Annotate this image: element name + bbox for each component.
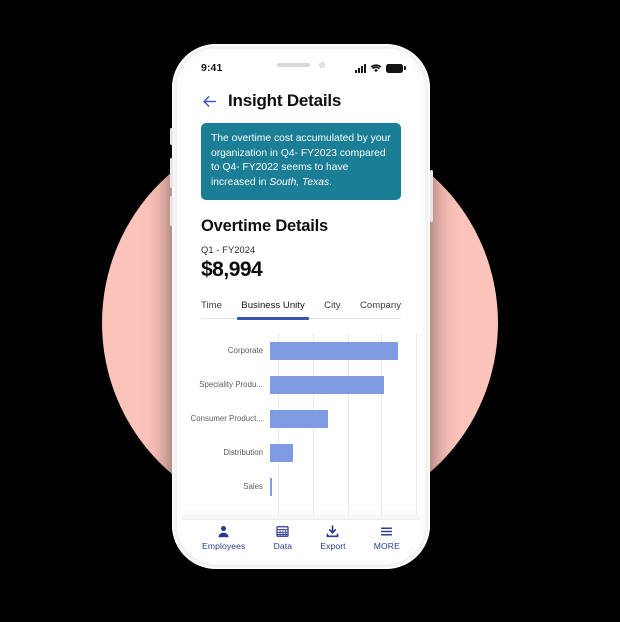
- page-title: Insight Details: [228, 91, 342, 110]
- chart-bar-row: Distribution: [182, 436, 416, 470]
- status-bar-time: 9:41: [201, 62, 223, 74]
- tabs-container: Time Business Unity City Company: [182, 300, 420, 320]
- chart-category-label: Sales: [243, 482, 263, 492]
- download-icon: [326, 524, 339, 538]
- horizontal-bar-chart: Corporate Speciality Produ... Consumer Pro…: [182, 334, 417, 519]
- chart-bar[interactable]: [270, 478, 273, 497]
- chart-category-label: Speciality Produ...: [199, 380, 263, 390]
- bottom-navigation-bar: Employees Data Export MORE: [182, 519, 420, 559]
- insight-card-text: The overtime cost accumulated by your or…: [211, 132, 391, 190]
- tab-business-unity[interactable]: Business Unity: [237, 300, 310, 320]
- chart-bar-row: Sales: [182, 470, 416, 504]
- app-header: Insight Details: [182, 80, 420, 120]
- chart-bar-row: Speciality Produ...: [182, 368, 416, 402]
- chart-bar[interactable]: [270, 376, 384, 395]
- status-bar-indicators: [355, 63, 406, 73]
- overtime-summary: Overtime Details Q1 - FY2024 $8,994: [182, 200, 420, 282]
- battery-icon: [386, 63, 406, 73]
- chart-bar-track: [270, 470, 416, 504]
- chart-bar-row: Corporate: [182, 334, 416, 368]
- phone-screen: 9:41 Insight Details The overtime cost a…: [182, 54, 420, 559]
- nav-item-export[interactable]: Export: [320, 524, 346, 551]
- front-camera-icon: [319, 61, 325, 68]
- tab-time[interactable]: Time: [201, 300, 222, 318]
- tab-company[interactable]: Company: [360, 300, 401, 318]
- volume-down-button[interactable]: [169, 196, 173, 226]
- person-icon: [217, 525, 230, 538]
- chart-category-label: Distribution: [223, 448, 263, 458]
- chart-bar[interactable]: [270, 410, 329, 429]
- earpiece-speaker-icon: [277, 62, 310, 67]
- mute-switch-button[interactable]: [169, 128, 173, 145]
- chart-bar-track: [270, 402, 416, 436]
- overtime-title: Overtime Details: [201, 217, 329, 236]
- chart-category-label: Corporate: [227, 346, 263, 356]
- insight-card: The overtime cost accumulated by your or…: [201, 123, 401, 201]
- tabs: Time Business Unity City Company: [201, 300, 401, 320]
- nav-item-label: Data: [273, 540, 293, 551]
- hamburger-menu-icon: [380, 525, 393, 538]
- chart-bar[interactable]: [270, 342, 398, 361]
- nav-item-data[interactable]: Data: [274, 525, 293, 551]
- device-notch: [245, 54, 357, 75]
- chart-area: Corporate Speciality Produ... Consumer Pro…: [182, 319, 420, 519]
- power-button[interactable]: [429, 170, 433, 222]
- app-content: Insight Details The overtime cost accumu…: [182, 80, 420, 559]
- chart-bar[interactable]: [270, 444, 293, 463]
- insight-location: South, Texas: [269, 176, 330, 188]
- chart-bar-row: Consumer Product...: [182, 402, 416, 436]
- chart-bar-track: [270, 368, 416, 402]
- nav-item-employees[interactable]: Employees: [202, 525, 245, 551]
- mockup-stage: 9:41 Insight Details The overtime cost a…: [0, 0, 620, 622]
- chart-bar-track: [270, 334, 416, 368]
- tab-city[interactable]: City: [324, 300, 341, 318]
- insight-text-part2: .: [329, 176, 332, 188]
- back-arrow-icon[interactable]: [201, 93, 218, 110]
- nav-item-label: Employees: [202, 540, 246, 551]
- chart-category-label: Consumer Product...: [190, 414, 263, 424]
- overtime-amount: $8,994: [201, 258, 263, 282]
- wifi-icon: [370, 63, 382, 72]
- nav-item-label: Export: [320, 540, 346, 551]
- nav-item-more[interactable]: MORE: [374, 525, 400, 551]
- grid-table-icon: [276, 525, 289, 538]
- overtime-period: Q1 - FY2024: [201, 245, 256, 256]
- volume-up-button[interactable]: [169, 158, 173, 188]
- signal-bars-icon: [355, 63, 366, 73]
- nav-item-label: MORE: [373, 540, 400, 551]
- chart-bar-track: [270, 436, 416, 470]
